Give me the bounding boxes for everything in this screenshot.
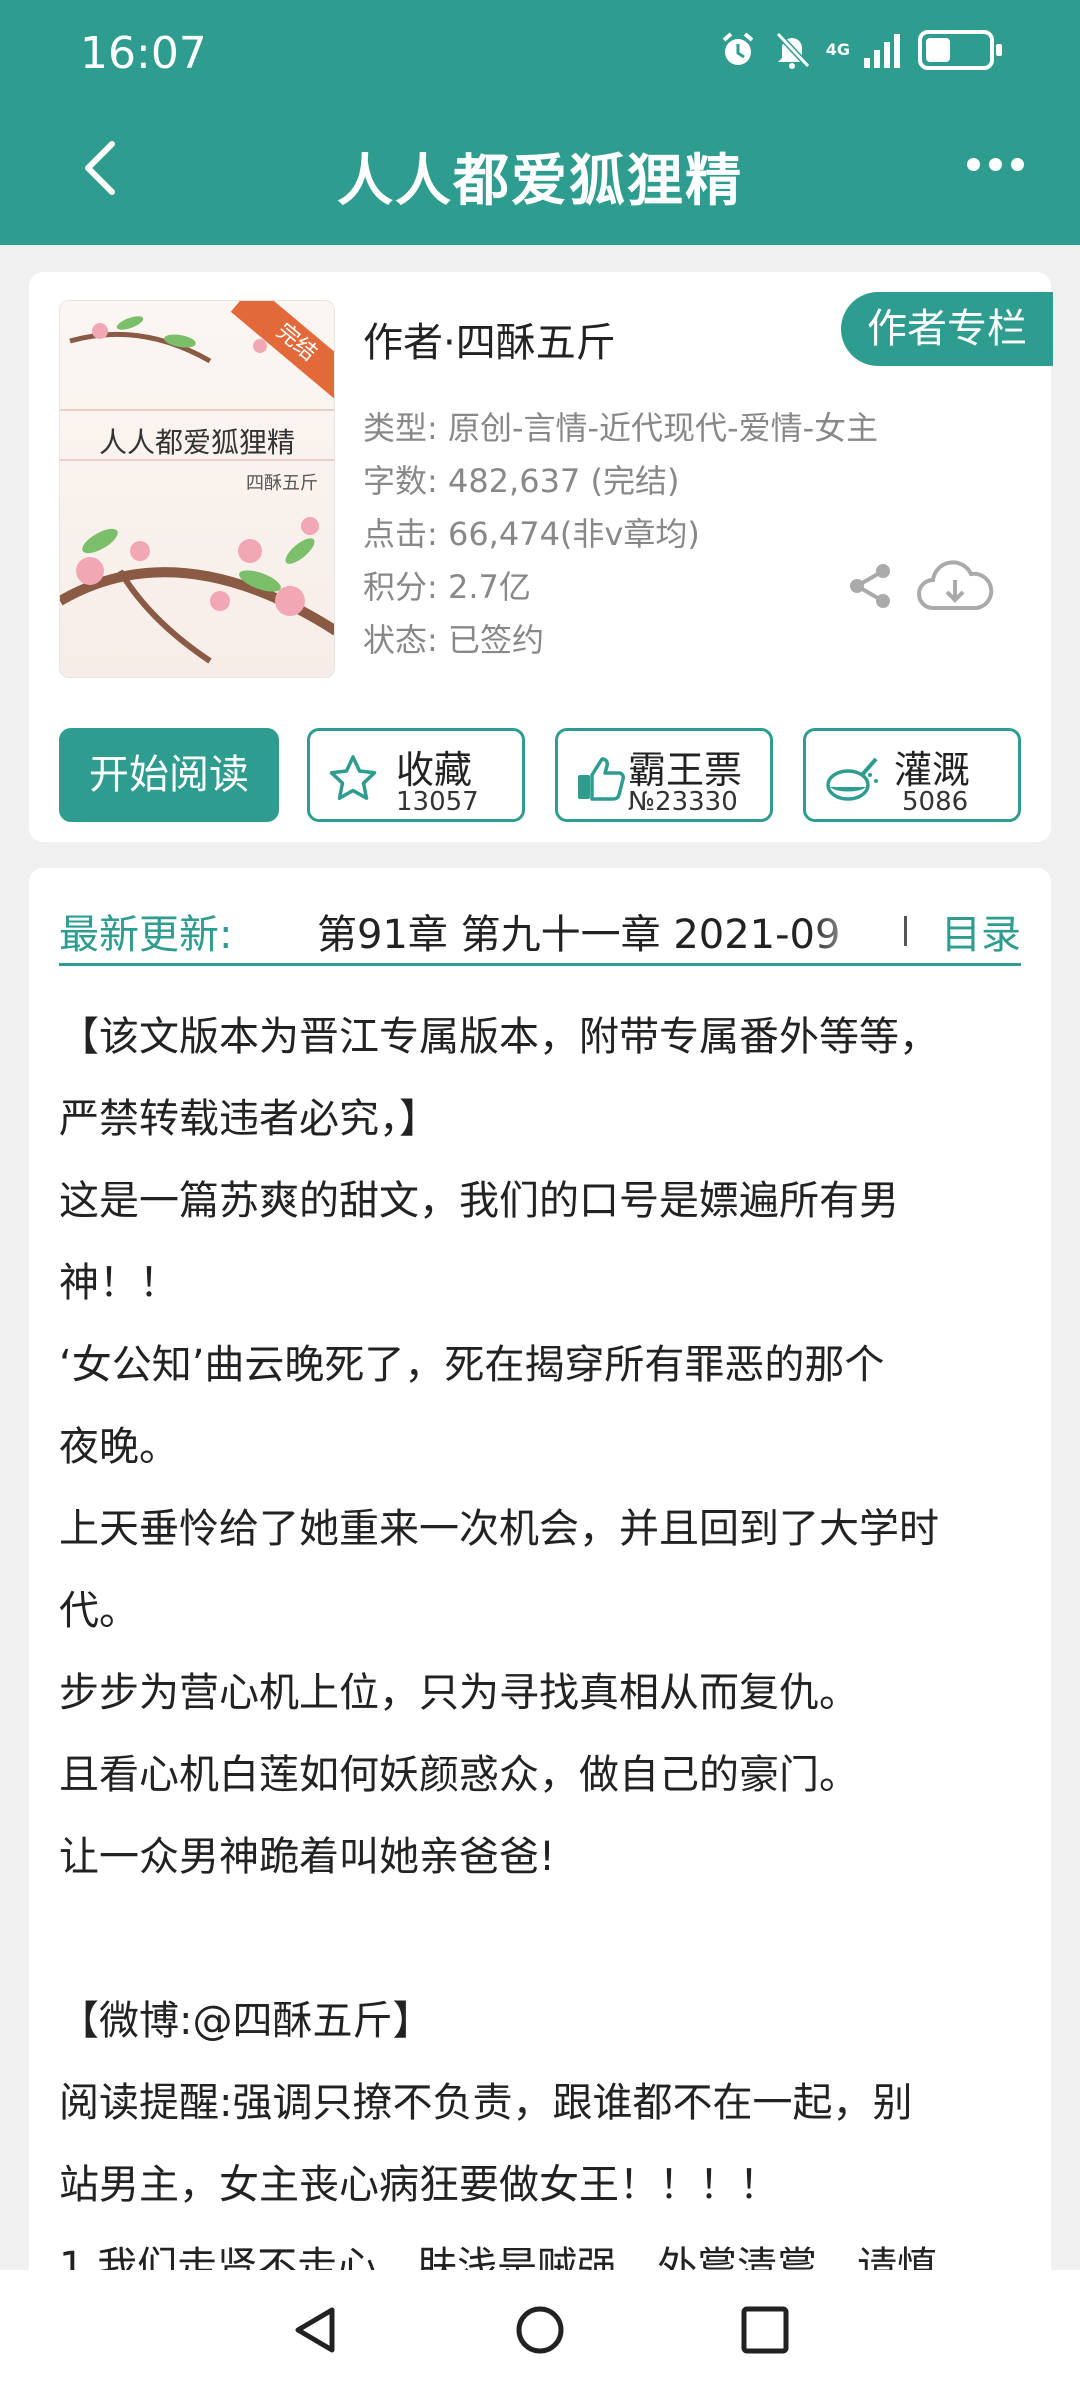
book-introduction: 【该文版本为晋江专属版本，附带专属番外等等， 严禁转载违者必究，】 这是一篇苏爽… — [59, 996, 1049, 2308]
water-count: 5086 — [902, 787, 969, 817]
alarm-icon — [722, 32, 754, 65]
info-clicks: 点击: 66,474(非v章均) — [363, 515, 700, 553]
start-reading-button[interactable]: 开始阅读 — [59, 728, 279, 822]
intro-line: 让一众男神跪着叫她亲爸爸! — [59, 1834, 556, 1880]
status-icons: 4G — [718, 30, 1002, 70]
status-time: 16:07 — [80, 28, 207, 79]
battery-icon — [918, 30, 1002, 70]
favorite-button[interactable]: 收藏 13057 — [307, 728, 525, 822]
water-label: 灌溉 — [894, 748, 971, 792]
author-name[interactable]: 作者·四酥五斤 — [363, 310, 616, 368]
nav-recents-icon[interactable] — [740, 2304, 790, 2356]
info-genre: 类型: 原创-言情-近代现代-爱情-女主 — [363, 409, 879, 447]
vote-count: №23330 — [628, 787, 738, 817]
intro-line: 【微博:@四酥五斤】 — [59, 1998, 433, 2044]
intro-line: 代。 — [59, 1588, 139, 1634]
page-title: 人人都爱狐狸精 — [337, 149, 743, 214]
latest-update-row[interactable]: 最新更新: 第91章 第九十一章 2021-09 目录 — [59, 894, 1021, 966]
intro-line: ‘女公知’曲云晚死了，死在揭穿所有罪恶的那个 — [59, 1342, 885, 1388]
intro-line: 站男主，女主丧心病狂要做女王！！！！ — [59, 2162, 779, 2208]
intro-line: 这是一篇苏爽的甜文，我们的口号是嫖遍所有男 — [59, 1178, 899, 1224]
app-header: 16:07 4G 人人都爱狐狸精 — [0, 0, 1080, 245]
more-options-icon[interactable] — [967, 158, 1024, 171]
intro-line: 且看心机白莲如何妖颜惑众，做自己的豪门。 — [59, 1752, 859, 1798]
share-icon[interactable] — [847, 562, 895, 610]
signal-icon — [864, 34, 900, 68]
nav-back-icon[interactable] — [290, 2304, 340, 2356]
latest-update-label: 最新更新: — [59, 912, 233, 958]
intro-line — [59, 1898, 1049, 1980]
star-icon — [329, 755, 377, 800]
book-cover[interactable]: 人人都爱狐狸精 四酥五斤 完结 — [59, 300, 335, 678]
book-info-list: 类型: 原创-言情-近代现代-爱情-女主 字数: 482,637 (完结) 点击… — [363, 402, 878, 667]
latest-chapter[interactable]: 第91章 第九十一章 2021-09 — [317, 902, 877, 960]
intro-line: 夜晚。 — [59, 1424, 179, 1470]
thumbs-up-icon — [578, 757, 625, 801]
cover-title: 人人都爱狐狸精 — [98, 426, 295, 459]
vote-label: 霸王票 — [628, 748, 743, 792]
author-column-button[interactable]: 作者专栏 — [841, 292, 1053, 366]
network-label: 4G — [825, 40, 850, 59]
vote-button[interactable]: 霸王票 №23330 — [555, 728, 773, 822]
intro-line: 【该文版本为晋江专属版本，附带专属番外等等， — [59, 1014, 939, 1060]
watering-icon — [826, 757, 878, 801]
table-of-contents-link[interactable]: 目录 — [941, 902, 1021, 960]
favorite-label: 收藏 — [396, 748, 473, 792]
intro-line: 神！！ — [59, 1260, 179, 1306]
download-icon[interactable] — [915, 558, 995, 614]
info-status: 状态: 已签约 — [363, 621, 544, 659]
divider — [904, 916, 907, 946]
nav-home-icon[interactable] — [514, 2304, 566, 2356]
system-nav-bar — [0, 2270, 1080, 2390]
intro-line: 阅读提醒:强调只撩不负责，跟谁都不在一起，别 — [59, 2080, 913, 2126]
mute-icon — [775, 31, 810, 69]
intro-card: 最新更新: 第91章 第九十一章 2021-09 目录 【该文版本为晋江专属版本… — [29, 868, 1051, 2390]
info-word-count: 字数: 482,637 (完结) — [363, 462, 680, 500]
cover-author: 四酥五斤 — [246, 473, 318, 494]
water-button[interactable]: 灌溉 5086 — [803, 728, 1021, 822]
favorite-count: 13057 — [396, 787, 479, 817]
info-points: 积分: 2.7亿 — [363, 568, 531, 606]
intro-line: 上天垂怜给了她重来一次机会，并且回到了大学时 — [59, 1506, 939, 1552]
intro-line: 严禁转载违者必究，】 — [59, 1096, 439, 1142]
book-info-card: 人人都爱狐狸精 四酥五斤 完结 作者·四酥五斤 作者专栏 类型: 原创-言情-近… — [29, 272, 1053, 842]
intro-line: 步步为营心机上位，只为寻找真相从而复仇。 — [59, 1670, 859, 1716]
